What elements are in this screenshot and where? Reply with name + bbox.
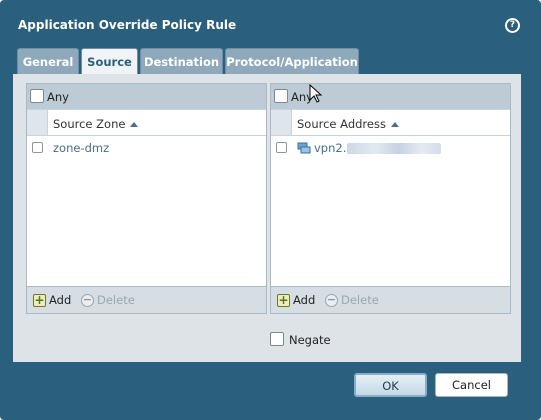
panel-footer: + Add − Delete — [27, 286, 266, 313]
cancel-button[interactable]: Cancel — [435, 373, 508, 397]
plus-icon: + — [33, 293, 46, 307]
tab-protocol-application[interactable]: Protocol/Application — [225, 48, 359, 74]
plus-icon: + — [277, 293, 290, 307]
add-label: Add — [49, 293, 72, 307]
mouse-cursor-icon — [309, 84, 323, 103]
delete-label: Delete — [97, 293, 135, 307]
help-icon[interactable]: ? — [505, 18, 520, 33]
source-address-entry[interactable]: vpn2. — [297, 141, 442, 155]
dialog: Application Override Policy Rule ? Gener… — [0, 0, 541, 420]
negate-label: Negate — [289, 333, 331, 347]
source-address-panel: Any Source Address vpn2. + Add − Delete — [270, 83, 511, 314]
any-label: Any — [47, 90, 69, 104]
source-zone-value[interactable]: zone-dmz — [53, 141, 109, 155]
minus-icon: − — [81, 293, 94, 307]
redacted-text — [347, 143, 442, 154]
any-row: Any — [27, 84, 266, 109]
dialog-titlebar: Application Override Policy Rule ? — [0, 0, 541, 46]
tab-source[interactable]: Source — [81, 48, 138, 76]
any-checkbox[interactable] — [274, 89, 288, 103]
delete-label: Delete — [341, 293, 379, 307]
delete-button[interactable]: − Delete — [325, 293, 379, 307]
source-address-header-label: Source Address — [297, 117, 386, 131]
source-zone-header[interactable]: Source Zone — [53, 117, 139, 131]
source-address-header[interactable]: Source Address — [297, 117, 399, 131]
column-header: Source Address — [271, 109, 510, 136]
sort-ascending-icon — [130, 122, 139, 127]
add-button[interactable]: + Add — [277, 293, 315, 307]
source-zone-panel: Any Source Zone zone-dmz + Add − Delete — [26, 83, 267, 314]
tab-content: Any Source Zone zone-dmz + Add − Delete An… — [13, 74, 521, 362]
ok-button[interactable]: OK — [354, 373, 427, 397]
table-row: zone-dmz — [27, 137, 266, 159]
any-row: Any — [271, 84, 510, 109]
delete-button[interactable]: − Delete — [81, 293, 135, 307]
negate-checkbox[interactable] — [270, 332, 284, 346]
select-column — [27, 110, 48, 135]
row-checkbox[interactable] — [32, 142, 43, 153]
any-checkbox[interactable] — [30, 89, 44, 103]
source-zone-header-label: Source Zone — [53, 117, 126, 131]
address-object-icon — [297, 142, 311, 154]
row-checkbox[interactable] — [276, 142, 287, 153]
source-address-value: vpn2. — [314, 141, 347, 155]
column-header: Source Zone — [27, 109, 266, 136]
dialog-title: Application Override Policy Rule — [18, 18, 237, 32]
add-label: Add — [293, 293, 316, 307]
panel-footer: + Add − Delete — [271, 286, 510, 313]
table-row: vpn2. — [271, 137, 510, 159]
minus-icon: − — [325, 293, 338, 307]
tab-destination[interactable]: Destination — [140, 48, 223, 74]
add-button[interactable]: + Add — [33, 293, 71, 307]
sort-ascending-icon — [390, 122, 399, 127]
select-column — [271, 110, 292, 135]
tab-general[interactable]: General — [17, 48, 79, 74]
